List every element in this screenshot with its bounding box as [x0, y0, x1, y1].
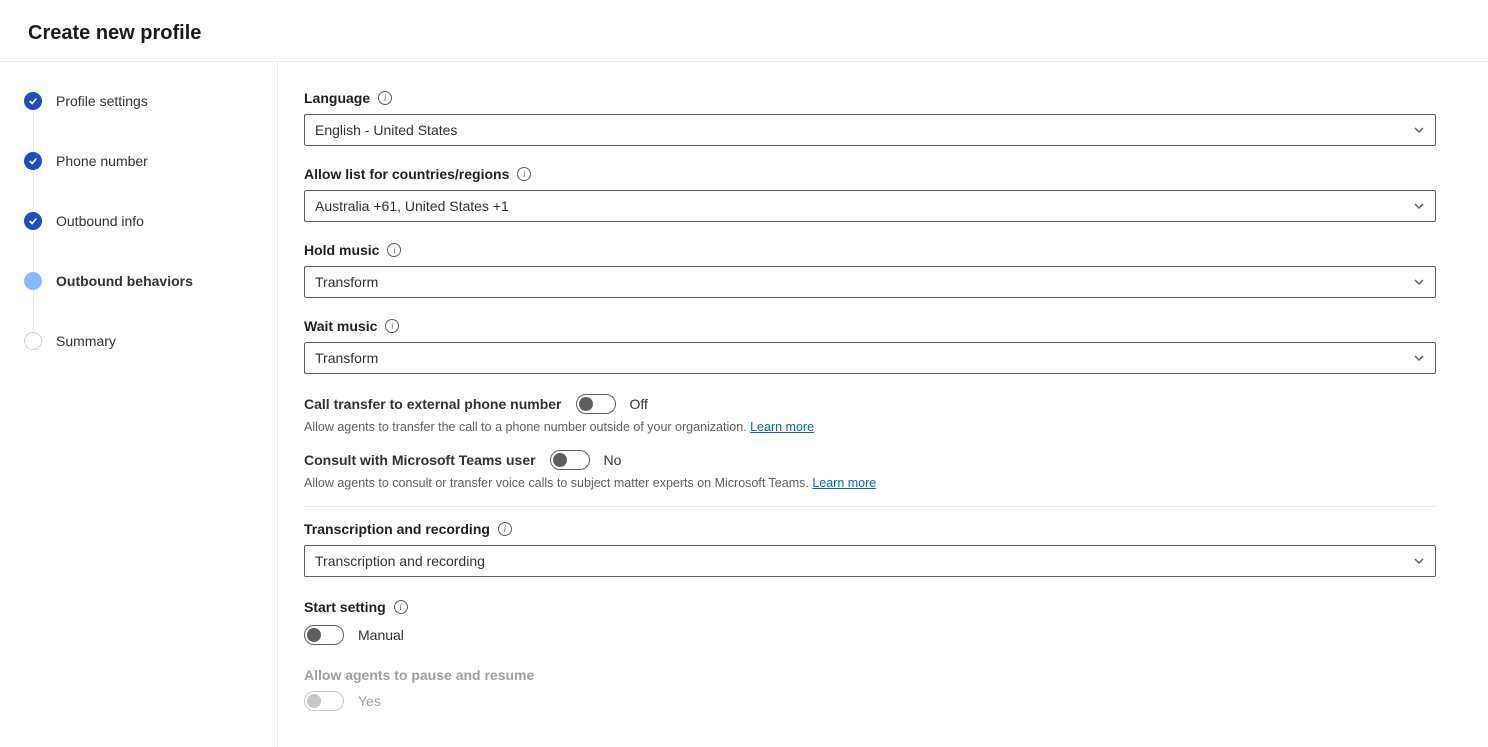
- transcription-value: Transcription and recording: [315, 553, 485, 569]
- startsetting-value: Manual: [358, 627, 404, 643]
- info-icon[interactable]: i: [498, 522, 512, 536]
- language-label: Language: [304, 90, 370, 106]
- teams-help: Allow agents to consult or transfer voic…: [304, 476, 1436, 490]
- info-icon[interactable]: i: [387, 243, 401, 257]
- field-teams: Consult with Microsoft Teams user No All…: [304, 450, 1436, 490]
- checkmark-icon: [24, 92, 42, 110]
- chevron-down-icon: [1413, 555, 1425, 567]
- calltransfer-label: Call transfer to external phone number: [304, 396, 562, 412]
- field-calltransfer: Call transfer to external phone number O…: [304, 394, 1436, 434]
- field-allowlist: Allow list for countries/regions i Austr…: [304, 166, 1436, 222]
- wizard-sidebar: Profile settings Phone number Outbound i…: [0, 62, 278, 747]
- info-icon[interactable]: i: [394, 600, 408, 614]
- chevron-down-icon: [1413, 352, 1425, 364]
- pauseresume-label: Allow agents to pause and resume: [304, 667, 1436, 683]
- teams-toggle[interactable]: [550, 450, 590, 470]
- teams-value: No: [604, 452, 622, 468]
- field-startsetting: Start setting i Manual: [304, 599, 1436, 645]
- info-icon[interactable]: i: [378, 91, 392, 105]
- calltransfer-help: Allow agents to transfer the call to a p…: [304, 420, 1436, 434]
- step-list: Profile settings Phone number Outbound i…: [24, 90, 265, 352]
- holdmusic-select[interactable]: Transform: [304, 266, 1436, 298]
- current-step-icon: [24, 272, 42, 290]
- teams-learnmore-link[interactable]: Learn more: [812, 476, 876, 490]
- field-pauseresume: Allow agents to pause and resume Yes: [304, 667, 1436, 711]
- waitmusic-select[interactable]: Transform: [304, 342, 1436, 374]
- field-transcription: Transcription and recording i Transcript…: [304, 521, 1436, 577]
- language-value: English - United States: [315, 122, 457, 138]
- info-icon[interactable]: i: [517, 167, 531, 181]
- form-main: Language i English - United States Allow…: [278, 62, 1488, 747]
- transcription-select[interactable]: Transcription and recording: [304, 545, 1436, 577]
- teams-label: Consult with Microsoft Teams user: [304, 452, 536, 468]
- step-summary: Summary: [24, 330, 265, 352]
- page-header: Create new profile: [0, 0, 1488, 62]
- step-phone-number[interactable]: Phone number: [24, 150, 265, 172]
- chevron-down-icon: [1413, 200, 1425, 212]
- section-divider: [304, 506, 1436, 507]
- upcoming-step-icon: [24, 332, 42, 350]
- waitmusic-value: Transform: [315, 350, 378, 366]
- step-outbound-behaviors[interactable]: Outbound behaviors: [24, 270, 265, 292]
- field-waitmusic: Wait music i Transform: [304, 318, 1436, 374]
- pauseresume-toggle: [304, 691, 344, 711]
- info-icon[interactable]: i: [385, 319, 399, 333]
- pauseresume-value: Yes: [358, 693, 381, 709]
- checkmark-icon: [24, 152, 42, 170]
- step-outbound-info[interactable]: Outbound info: [24, 210, 265, 232]
- language-select[interactable]: English - United States: [304, 114, 1436, 146]
- field-language: Language i English - United States: [304, 90, 1436, 146]
- startsetting-label: Start setting: [304, 599, 386, 615]
- waitmusic-label: Wait music: [304, 318, 377, 334]
- allowlist-select[interactable]: Australia +61, United States +1: [304, 190, 1436, 222]
- transcription-label: Transcription and recording: [304, 521, 490, 537]
- field-holdmusic: Hold music i Transform: [304, 242, 1436, 298]
- holdmusic-value: Transform: [315, 274, 378, 290]
- calltransfer-learnmore-link[interactable]: Learn more: [750, 420, 814, 434]
- allowlist-label: Allow list for countries/regions: [304, 166, 509, 182]
- step-profile-settings[interactable]: Profile settings: [24, 90, 265, 112]
- allowlist-value: Australia +61, United States +1: [315, 198, 509, 214]
- page-title: Create new profile: [28, 22, 1460, 45]
- chevron-down-icon: [1413, 276, 1425, 288]
- startsetting-toggle[interactable]: [304, 625, 344, 645]
- calltransfer-value: Off: [630, 396, 648, 412]
- checkmark-icon: [24, 212, 42, 230]
- calltransfer-toggle[interactable]: [576, 394, 616, 414]
- holdmusic-label: Hold music: [304, 242, 379, 258]
- chevron-down-icon: [1413, 124, 1425, 136]
